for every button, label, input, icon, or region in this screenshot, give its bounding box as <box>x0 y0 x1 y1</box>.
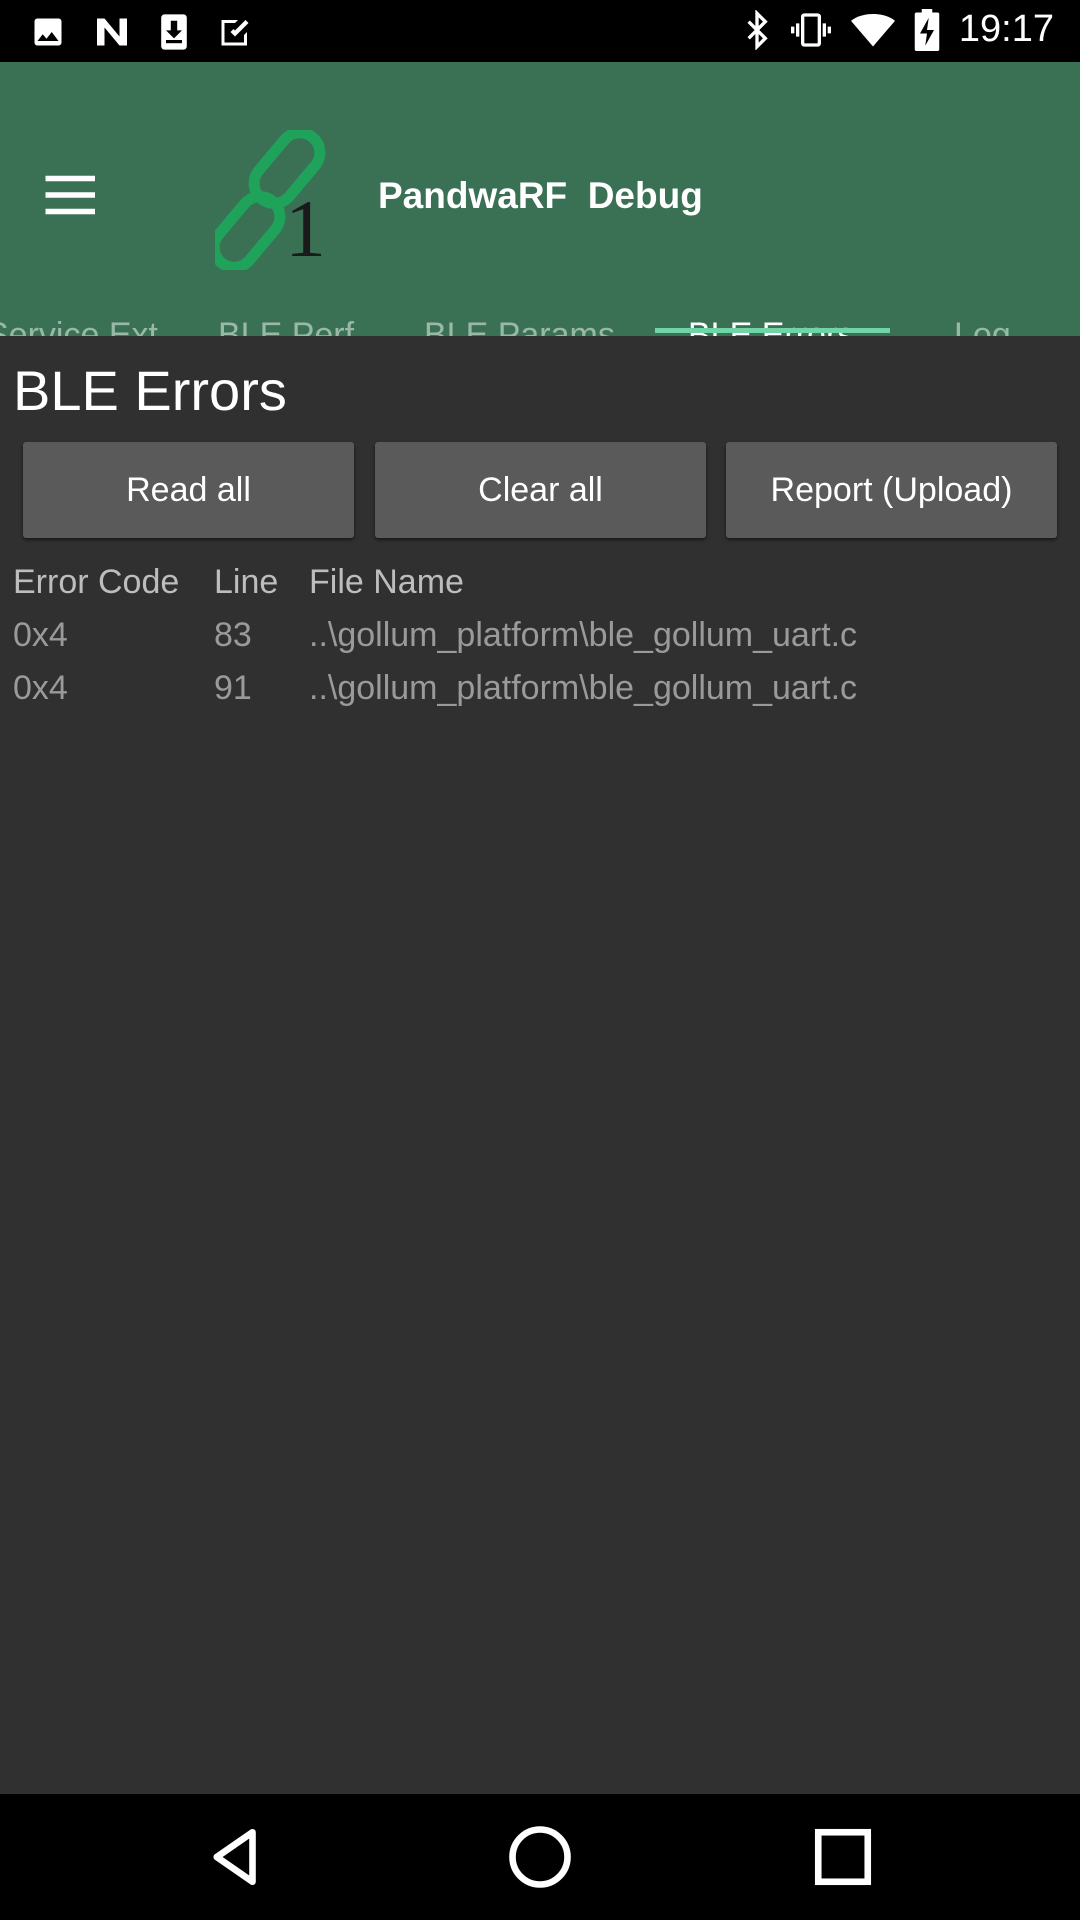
home-icon[interactable] <box>507 1824 573 1890</box>
download-icon <box>161 14 187 50</box>
bluetooth-icon <box>747 9 768 50</box>
table-row: 0x4 91 ..\gollum_platform\ble_gollum_uar… <box>13 662 857 715</box>
back-icon[interactable] <box>203 1824 269 1890</box>
battery-charging-icon <box>914 8 940 51</box>
table-header: Error Code Line File Name <box>13 556 857 609</box>
errors-table: Error Code Line File Name 0x4 83 ..\goll… <box>13 556 857 715</box>
ble-errors-page: BLE Errors Read all Clear all Report (Up… <box>0 336 1080 1794</box>
navigation-bar <box>0 1794 1080 1920</box>
line-cell: 83 <box>214 616 252 654</box>
wifi-icon <box>850 13 895 47</box>
recents-icon[interactable] <box>810 1824 876 1890</box>
error-code-cell: 0x4 <box>13 669 68 707</box>
system-icons: 19:17 <box>743 8 1054 51</box>
error-code-cell: 0x4 <box>13 616 68 654</box>
header-file-name: File Name <box>309 563 464 601</box>
n-app-icon <box>97 18 127 46</box>
header-error-code: Error Code <box>13 563 180 601</box>
header-line: Line <box>214 563 279 601</box>
report-upload-button[interactable]: Report (Upload) <box>726 442 1057 538</box>
clear-all-button[interactable]: Clear all <box>375 442 706 538</box>
vibrate-icon <box>790 12 831 47</box>
status-bar: 19:17 <box>0 0 1080 62</box>
app-title: PandwaRF Debug <box>378 175 703 216</box>
svg-text:1: 1 <box>285 183 326 270</box>
table-row: 0x4 83 ..\gollum_platform\ble_gollum_uar… <box>13 609 857 662</box>
active-tab-indicator <box>655 328 890 333</box>
link-logo-icon: 1 <box>215 130 326 270</box>
read-all-button[interactable]: Read all <box>23 442 354 538</box>
file-name-cell: ..\gollum_platform\ble_gollum_uart.c <box>309 669 858 707</box>
line-cell: 91 <box>214 669 252 707</box>
file-name-cell: ..\gollum_platform\ble_gollum_uart.c <box>309 616 858 654</box>
image-icon <box>34 18 62 46</box>
notification-icons <box>30 12 254 52</box>
check-icon <box>221 20 249 46</box>
page-title: BLE Errors <box>13 359 287 422</box>
app-bar: 1 PandwaRF Debug Service Ext. BLE Perf B… <box>0 62 1080 354</box>
status-time: 19:17 <box>958 8 1054 50</box>
menu-icon[interactable] <box>40 162 106 228</box>
